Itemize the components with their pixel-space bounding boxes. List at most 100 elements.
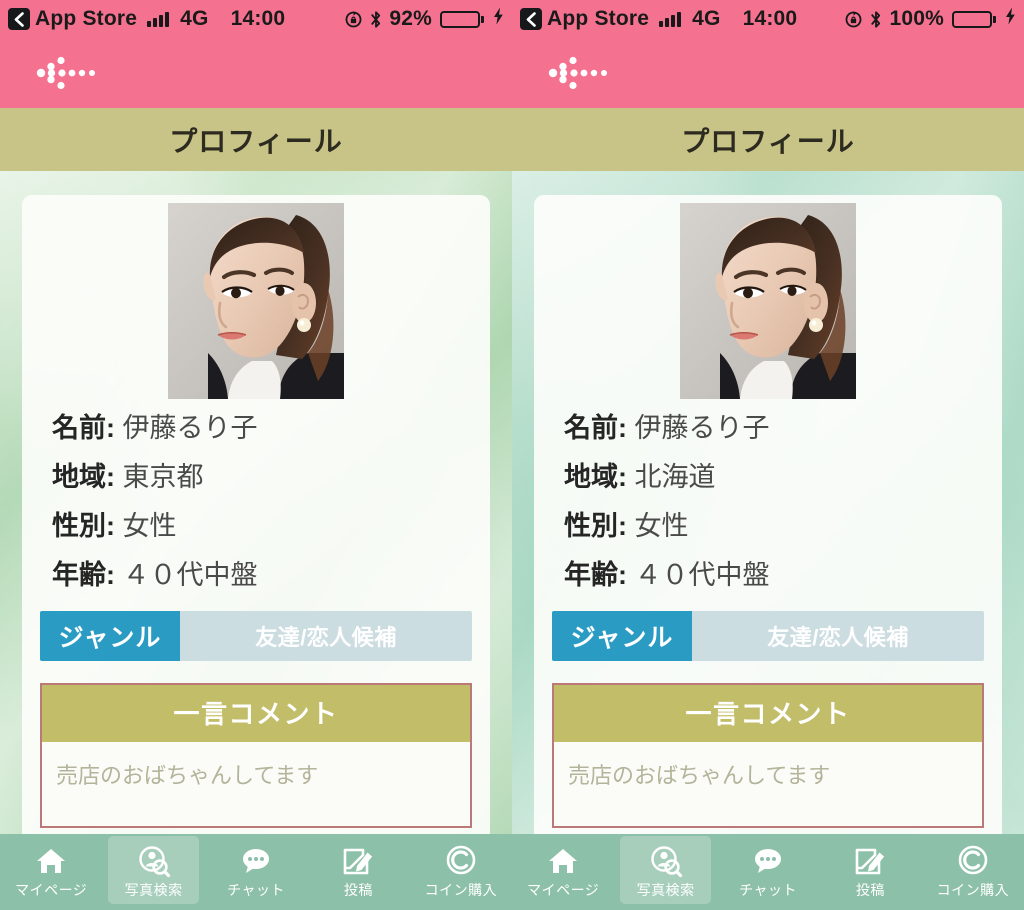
tab-post[interactable]: 投稿 bbox=[307, 834, 409, 910]
person-search-icon bbox=[649, 844, 683, 878]
comment-box: 一言コメント 売店のおばちゃんしてます bbox=[40, 683, 472, 828]
coin-c-icon bbox=[444, 844, 478, 878]
tab-label: コイン購入 bbox=[424, 882, 498, 898]
bluetooth-icon bbox=[870, 10, 882, 29]
profile-fields: 名前: 伊藤るり子 地域: 北海道 性別: 女性 年齢: ４０代中盤 bbox=[552, 415, 984, 589]
genre-row: ジャンル 友達/恋人候補 bbox=[552, 611, 984, 661]
home-icon bbox=[546, 844, 580, 878]
lightning-bolt-icon bbox=[493, 7, 504, 31]
tab-coin-purchase[interactable]: コイン購入 bbox=[922, 834, 1024, 910]
tab-coin-purchase[interactable]: コイン購入 bbox=[410, 834, 512, 910]
network-type-label: 4G bbox=[180, 7, 209, 30]
field-value: 東京都 bbox=[122, 462, 204, 492]
tab-label: マイページ bbox=[15, 882, 88, 898]
carrier-label: App Store bbox=[547, 7, 650, 30]
tab-label: チャット bbox=[739, 882, 797, 898]
tab-my-page[interactable]: マイページ bbox=[0, 834, 102, 910]
comment-header: 一言コメント bbox=[554, 685, 982, 742]
status-back-chevron-icon[interactable] bbox=[520, 8, 542, 30]
coin-c-icon bbox=[956, 844, 990, 878]
profile-photo bbox=[680, 203, 856, 399]
tab-photo-search[interactable]: 写真検索 bbox=[614, 834, 716, 910]
field-age: 年齢: ４０代中盤 bbox=[52, 562, 472, 589]
tab-photo-search[interactable]: 写真検索 bbox=[102, 834, 204, 910]
field-label: 名前: bbox=[564, 413, 627, 443]
signal-bars-icon bbox=[659, 11, 682, 27]
genre-value: 友達/恋人候補 bbox=[692, 611, 984, 661]
field-value: ４０代中盤 bbox=[122, 560, 258, 590]
page-title: プロフィール bbox=[169, 125, 343, 157]
field-value: 女性 bbox=[634, 511, 689, 541]
tab-label: チャット bbox=[227, 882, 285, 898]
comment-box: 一言コメント 売店のおばちゃんしてます bbox=[552, 683, 984, 828]
field-label: 性別: bbox=[564, 511, 627, 541]
comment-header: 一言コメント bbox=[42, 685, 470, 742]
profile-card: 名前: 伊藤るり子 地域: 北海道 性別: 女性 年齢: ４０代中盤 ジャンル … bbox=[534, 195, 1002, 834]
comment-text: 売店のおばちゃんしてます bbox=[56, 763, 319, 788]
nav-bar bbox=[0, 38, 512, 108]
phone-panel-right: App Store 4G 14:00 100% プロフィール 名前: 伊藤るり子… bbox=[512, 0, 1024, 910]
battery-percent-label: 100% bbox=[889, 7, 944, 30]
dual-phone-screenshot: App Store 4G 14:00 92% プロフィール 名前: 伊藤るり子 … bbox=[0, 0, 1024, 910]
status-bar: App Store 4G 14:00 100% bbox=[512, 0, 1024, 38]
field-label: 性別: bbox=[52, 511, 115, 541]
compose-pencil-icon bbox=[341, 844, 375, 878]
genre-label: ジャンル bbox=[40, 611, 180, 661]
rotation-lock-icon bbox=[344, 10, 363, 29]
field-label: 年齢: bbox=[564, 560, 627, 590]
status-bar: App Store 4G 14:00 92% bbox=[0, 0, 512, 38]
content-background: 名前: 伊藤るり子 地域: 北海道 性別: 女性 年齢: ４０代中盤 ジャンル … bbox=[512, 171, 1024, 834]
content-background: 名前: 伊藤るり子 地域: 東京都 性別: 女性 年齢: ４０代中盤 ジャンル … bbox=[0, 171, 512, 834]
signal-bars-icon bbox=[147, 11, 170, 27]
tab-my-page[interactable]: マイページ bbox=[512, 834, 614, 910]
battery-icon bbox=[952, 10, 996, 28]
tab-bar: マイページ 写真検索 チャット 投稿 コイン購入 bbox=[0, 834, 512, 910]
field-name: 名前: 伊藤るり子 bbox=[564, 415, 984, 442]
battery-percent-label: 92% bbox=[389, 7, 432, 30]
nav-bar bbox=[512, 38, 1024, 108]
tab-chat[interactable]: チャット bbox=[717, 834, 819, 910]
phone-panel-left: App Store 4G 14:00 92% プロフィール 名前: 伊藤るり子 … bbox=[0, 0, 512, 910]
tab-label: 投稿 bbox=[855, 882, 885, 898]
field-gender: 性別: 女性 bbox=[564, 513, 984, 540]
profile-card: 名前: 伊藤るり子 地域: 東京都 性別: 女性 年齢: ４０代中盤 ジャンル … bbox=[22, 195, 490, 834]
profile-fields: 名前: 伊藤るり子 地域: 東京都 性別: 女性 年齢: ４０代中盤 bbox=[40, 415, 472, 589]
field-value: 女性 bbox=[122, 511, 177, 541]
chat-bubble-icon bbox=[751, 844, 785, 878]
tab-label: 写真検索 bbox=[636, 882, 695, 898]
field-value: 北海道 bbox=[634, 462, 716, 492]
profile-photo bbox=[168, 203, 344, 399]
genre-label: ジャンル bbox=[552, 611, 692, 661]
dotted-arrow-left-icon[interactable] bbox=[548, 56, 610, 90]
field-label: 地域: bbox=[52, 462, 115, 492]
tab-post[interactable]: 投稿 bbox=[819, 834, 921, 910]
bluetooth-icon bbox=[370, 10, 382, 29]
network-type-label: 4G bbox=[692, 7, 721, 30]
field-label: 地域: bbox=[564, 462, 627, 492]
profile-photo-container bbox=[552, 195, 984, 399]
tab-bar: マイページ 写真検索 チャット 投稿 コイン購入 bbox=[512, 834, 1024, 910]
field-label: 年齢: bbox=[52, 560, 115, 590]
comment-text: 売店のおばちゃんしてます bbox=[568, 763, 831, 788]
dotted-arrow-left-icon[interactable] bbox=[36, 56, 98, 90]
tab-chat[interactable]: チャット bbox=[205, 834, 307, 910]
tab-label: コイン購入 bbox=[936, 882, 1010, 898]
rotation-lock-icon bbox=[844, 10, 863, 29]
carrier-label: App Store bbox=[35, 7, 138, 30]
lightning-bolt-icon bbox=[1005, 7, 1016, 31]
field-age: 年齢: ４０代中盤 bbox=[564, 562, 984, 589]
tab-label: 写真検索 bbox=[124, 882, 183, 898]
field-name: 名前: 伊藤るり子 bbox=[52, 415, 472, 442]
compose-pencil-icon bbox=[853, 844, 887, 878]
profile-photo-container bbox=[40, 195, 472, 399]
field-value: ４０代中盤 bbox=[634, 560, 770, 590]
field-region: 地域: 東京都 bbox=[52, 464, 472, 491]
status-back-chevron-icon[interactable] bbox=[8, 8, 30, 30]
tab-label: マイページ bbox=[527, 882, 600, 898]
title-bar: プロフィール bbox=[512, 108, 1024, 171]
tab-label: 投稿 bbox=[343, 882, 373, 898]
title-bar: プロフィール bbox=[0, 108, 512, 171]
field-region: 地域: 北海道 bbox=[564, 464, 984, 491]
clock-label: 14:00 bbox=[742, 7, 798, 30]
person-search-icon bbox=[137, 844, 171, 878]
